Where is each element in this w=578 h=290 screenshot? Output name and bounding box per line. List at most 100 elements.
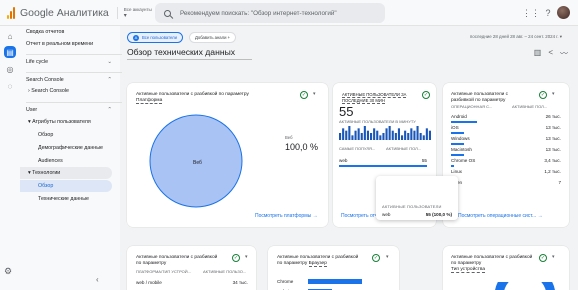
customize-report-icon[interactable]: ▥	[534, 48, 542, 59]
chevron-up-icon: ⌃	[107, 107, 112, 113]
os-row-label: Chrome OS	[451, 158, 476, 163]
per-minute-bar[interactable]	[394, 133, 397, 140]
per-minute-bar[interactable]	[410, 128, 413, 140]
apps-grid-icon[interactable]: ⋮⋮	[522, 7, 540, 19]
add-comparison-label: Добавить анали +	[195, 35, 231, 40]
avatar[interactable]	[557, 6, 570, 19]
per-minute-bar[interactable]	[360, 133, 363, 140]
nav-item-demographics[interactable]: Демографические данные	[20, 142, 120, 154]
per-minute-bar[interactable]	[416, 126, 419, 140]
dimension-link[interactable]: Тип устройства	[451, 267, 486, 273]
card-title-line: по параметру	[136, 261, 167, 266]
per-minute-bar[interactable]	[419, 133, 422, 140]
nav-item-reports-snapshot[interactable]: Сводка отчетов	[20, 26, 120, 38]
card-menu-dropdown-icon[interactable]: ▾	[552, 91, 555, 97]
card-menu-dropdown-icon[interactable]: ▾	[386, 254, 389, 260]
card-title-line: Активные пользователи с разбивкой по пар…	[136, 92, 249, 97]
report-navigation: Сводка отчетов Отчет в реальном времени …	[20, 26, 122, 290]
per-minute-bar[interactable]	[373, 128, 376, 140]
per-minute-bar[interactable]	[385, 128, 388, 140]
legend-value: 100,0 %	[285, 142, 319, 152]
per-minute-bar[interactable]	[357, 128, 360, 140]
advertising-icon[interactable]: ◌	[4, 80, 16, 92]
per-minute-bar[interactable]	[342, 128, 345, 140]
nav-item-tech-details[interactable]: Технические данные	[20, 193, 120, 205]
chevron-down-icon: ⌄	[107, 59, 112, 65]
per-minute-bar[interactable]	[339, 133, 342, 140]
nav-item-search-console[interactable]: › Search Console	[20, 85, 120, 97]
os-row-bar	[451, 154, 464, 156]
main-content: A Все пользователи Добавить анали + посл…	[121, 26, 578, 290]
search-input[interactable]: Рекомендуем поискать: "Обзор интернет-те…	[155, 3, 385, 23]
card-menu-dropdown-icon[interactable]: ▾	[245, 254, 248, 260]
per-minute-bar[interactable]	[379, 135, 382, 140]
per-minute-bar[interactable]	[363, 126, 366, 140]
brand-name[interactable]: Google Аналитика	[20, 7, 109, 19]
platform-device-row-label: web / mobile	[136, 280, 162, 285]
os-row-label: Macintosh	[451, 147, 472, 152]
chip-badge: A	[133, 34, 139, 41]
search-placeholder: Рекомендуем поискать: "Обзор интернет-те…	[180, 9, 337, 17]
view-platforms-link[interactable]: Посмотреть платформы →	[255, 213, 318, 219]
view-os-link[interactable]: Посмотреть операционные сист... →	[458, 213, 543, 219]
check-icon: ✓	[539, 254, 547, 262]
per-minute-bar[interactable]	[425, 128, 428, 140]
pie-label: Веб	[193, 160, 202, 166]
dimension-link[interactable]: Платформа	[136, 98, 163, 104]
per-minute-bar[interactable]	[407, 133, 410, 140]
insights-icon[interactable]: 〰	[560, 48, 568, 59]
per-minute-bar[interactable]	[345, 130, 348, 140]
comparison-chip-all-users[interactable]: A Все пользователи	[127, 32, 183, 43]
reports-icon[interactable]: ▤	[4, 46, 16, 58]
nav-item-tech-overview[interactable]: Обзор	[20, 180, 112, 192]
left-rail: ⌂ ▤ ◎ ◌ ⚙	[0, 26, 20, 290]
nav-label: Audiences	[38, 158, 63, 164]
nav-group-technology[interactable]: ▾ Технологии	[20, 167, 112, 179]
per-minute-bar[interactable]	[354, 130, 357, 140]
column-header-users: АКТИВНЫЕ ПОЛ...	[386, 146, 422, 151]
per-minute-bar[interactable]	[397, 128, 400, 140]
help-icon[interactable]: ?	[542, 7, 554, 19]
card-menu-dropdown-icon[interactable]: ▾	[552, 254, 555, 260]
dimension-link[interactable]: Браузер	[308, 261, 327, 267]
nav-section-user[interactable]: User ⌃	[20, 104, 120, 116]
account-selector[interactable]: Все аккаунты ▾	[116, 6, 152, 19]
donut-segment[interactable]	[495, 282, 555, 290]
per-minute-bar[interactable]	[391, 130, 394, 140]
per-minute-bar[interactable]	[370, 133, 373, 140]
browser-bar[interactable]	[308, 279, 363, 284]
collapse-nav-icon[interactable]: ‹	[96, 275, 99, 284]
nav-item-audiences[interactable]: Audiences	[20, 155, 120, 167]
tooltip-value: 55 (100,0 %)	[425, 212, 452, 217]
nav-item-realtime[interactable]: Отчет в реальном времени	[20, 38, 120, 50]
tooltip-header: АКТИВНЫЕ ПОЛЬЗОВАТЕЛИ	[382, 204, 442, 209]
per-minute-bar[interactable]	[366, 130, 369, 140]
add-comparison-button[interactable]: Добавить анали +	[189, 32, 237, 43]
check-icon: ✓	[300, 91, 308, 99]
home-icon[interactable]: ⌂	[4, 30, 16, 42]
explore-icon[interactable]: ◎	[4, 63, 16, 75]
date-range-picker[interactable]: последние 28 дней 28 авг. – 24 сент. 202…	[470, 34, 562, 40]
per-minute-bar[interactable]	[404, 130, 407, 140]
nav-group-user-attributes[interactable]: ▾ Атрибуты пользователя	[20, 116, 120, 128]
share-icon[interactable]: <	[548, 48, 553, 59]
nav-item-user-overview[interactable]: Обзор	[20, 129, 120, 141]
analytics-logo-icon[interactable]	[7, 6, 15, 19]
per-minute-bar[interactable]	[388, 126, 391, 140]
card-menu-dropdown-icon[interactable]: ▾	[313, 91, 316, 97]
per-minute-bar[interactable]	[413, 130, 416, 140]
per-minute-bar[interactable]	[348, 126, 351, 140]
account-label: Все аккаунты	[123, 6, 152, 12]
nav-section-lifecycle[interactable]: Life cycle ⌄	[20, 56, 120, 68]
per-minute-bar[interactable]	[422, 135, 425, 140]
per-minute-bar[interactable]	[376, 130, 379, 140]
os-row-value: 1,2 тыс.	[544, 169, 561, 174]
os-row-value: 13 тыс.	[545, 136, 561, 141]
card-title: Активные пользователи с разбивкой по пар…	[136, 255, 217, 267]
per-minute-bar[interactable]	[428, 130, 431, 140]
column-header-users: АКТИВНЫЕ ПОЛ...	[512, 104, 548, 109]
per-minute-bar[interactable]	[401, 135, 404, 140]
per-minute-bar[interactable]	[382, 133, 385, 140]
settings-icon[interactable]: ⚙	[4, 266, 12, 277]
per-minute-bar[interactable]	[351, 135, 354, 140]
